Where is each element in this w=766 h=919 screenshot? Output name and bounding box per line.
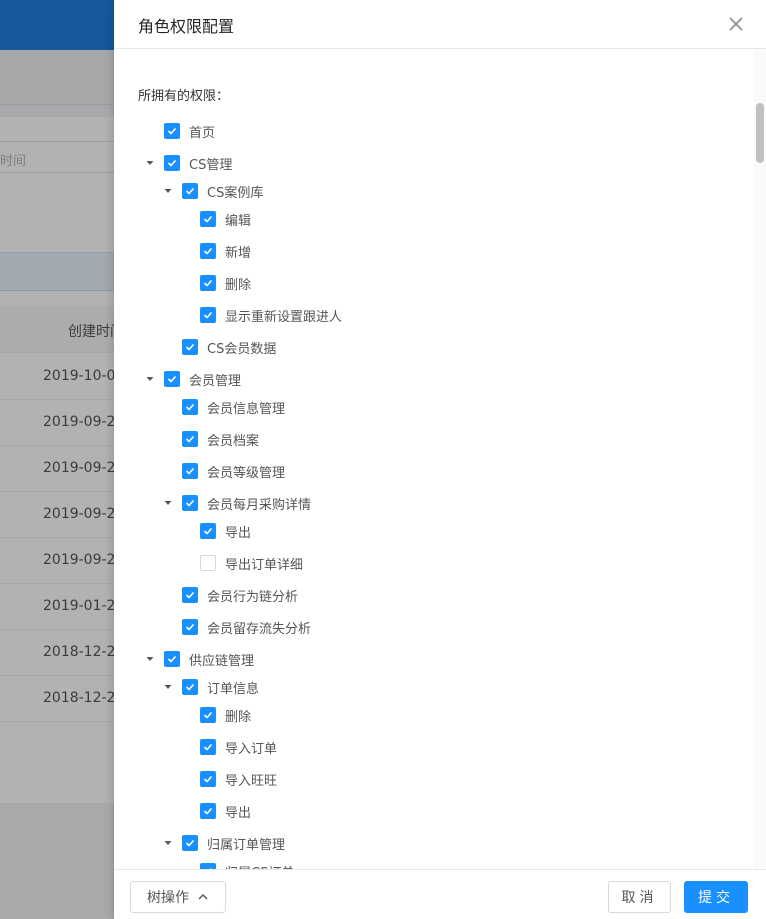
tree-node-label[interactable]: 新增 — [225, 242, 251, 261]
caret-down-icon[interactable] — [162, 497, 174, 509]
tree-node-label[interactable]: 导入旺旺 — [225, 770, 277, 789]
tree-node[interactable]: 供应链管理 — [144, 647, 254, 671]
tree-node-label[interactable]: 删除 — [225, 274, 251, 293]
checkbox-checked[interactable] — [182, 679, 198, 695]
tree-node[interactable]: 归属CS订单 — [200, 859, 294, 869]
checkbox-checked[interactable] — [182, 183, 198, 199]
tree-node[interactable]: 删除 — [200, 703, 251, 727]
checkbox-checked[interactable] — [182, 495, 198, 511]
tree-node[interactable]: 会员行为链分析 — [182, 583, 298, 607]
checkbox-checked[interactable] — [200, 523, 216, 539]
tree-node[interactable]: 会员档案 — [182, 427, 259, 451]
tree-node[interactable]: 归属订单管理 — [162, 831, 285, 855]
checkbox-checked[interactable] — [164, 123, 180, 139]
tree-node-label[interactable]: 会员留存流失分析 — [207, 618, 311, 637]
chevron-up-icon — [197, 891, 209, 903]
drawer-title: 角色权限配置 — [138, 17, 235, 36]
tree-node-label[interactable]: 会员行为链分析 — [207, 586, 298, 605]
checkbox-checked[interactable] — [200, 739, 216, 755]
tree-node-label[interactable]: 会员信息管理 — [207, 398, 285, 417]
tree-node-label[interactable]: 导出 — [225, 802, 251, 821]
role-permission-drawer: 角色权限配置 所拥有的权限： 首页 CS管理 CS案例库 编辑 新增 删除 显示重新设置跟进… — [114, 0, 766, 919]
tree-node[interactable]: 导入旺旺 — [200, 767, 277, 791]
checkbox-checked[interactable] — [182, 835, 198, 851]
checkbox-checked[interactable] — [200, 211, 216, 227]
tree-node-label[interactable]: 导入订单 — [225, 738, 277, 757]
cancel-button[interactable]: 取消 — [608, 881, 671, 913]
tree-node[interactable]: 会员留存流失分析 — [182, 615, 311, 639]
tree-node[interactable]: 导出 — [200, 799, 251, 823]
tree-node-label[interactable]: 导出 — [225, 522, 251, 541]
tree-node[interactable]: 新增 — [200, 239, 251, 263]
tree-operations-label: 树操作 — [147, 890, 189, 906]
checkbox-checked[interactable] — [164, 371, 180, 387]
tree-node-label[interactable]: CS会员数据 — [207, 338, 276, 357]
tree-node-label[interactable]: 显示重新设置跟进人 — [225, 306, 342, 325]
caret-down-icon[interactable] — [144, 373, 156, 385]
checkbox-checked[interactable] — [200, 771, 216, 787]
tree-node[interactable]: CS案例库 — [162, 179, 263, 203]
tree-node[interactable]: 订单信息 — [162, 675, 259, 699]
close-icon[interactable] — [724, 12, 748, 36]
tree-node[interactable]: CS管理 — [144, 151, 232, 175]
caret-down-icon[interactable] — [144, 653, 156, 665]
drawer-header: 角色权限配置 — [114, 0, 766, 49]
checkbox-checked[interactable] — [182, 463, 198, 479]
tree-node-label[interactable]: 导出订单详细 — [225, 554, 303, 573]
tree-node-label[interactable]: 删除 — [225, 706, 251, 725]
caret-down-icon[interactable] — [162, 681, 174, 693]
drawer-scrollbar[interactable] — [754, 49, 766, 869]
tree-node[interactable]: 删除 — [200, 271, 251, 295]
scrollbar-thumb[interactable] — [756, 103, 764, 163]
tree-node-label[interactable]: 供应链管理 — [189, 650, 254, 669]
tree-node-label[interactable]: 会员管理 — [189, 370, 241, 389]
caret-down-icon[interactable] — [162, 185, 174, 197]
drawer-body: 所拥有的权限： 首页 CS管理 CS案例库 编辑 新增 删除 显示重新设置跟进人 CS会员数据… — [114, 49, 754, 869]
checkbox-unchecked[interactable] — [200, 555, 216, 571]
checkbox-checked[interactable] — [200, 307, 216, 323]
checkbox-checked[interactable] — [200, 803, 216, 819]
tree-node-label[interactable]: 会员等级管理 — [207, 462, 285, 481]
tree-operations-button[interactable]: 树操作 — [130, 881, 226, 913]
tree-node-label[interactable]: 会员每月采购详情 — [207, 494, 311, 513]
drawer-footer: 树操作 取消 提交 — [114, 869, 766, 919]
checkbox-checked[interactable] — [200, 243, 216, 259]
tree-node[interactable]: 会员管理 — [144, 367, 241, 391]
tree-node[interactable]: 会员每月采购详情 — [162, 491, 311, 515]
checkbox-checked[interactable] — [182, 399, 198, 415]
tree-node[interactable]: 会员等级管理 — [182, 459, 285, 483]
tree-node[interactable]: 导出订单详细 — [200, 551, 303, 575]
tree-node[interactable]: 编辑 — [200, 207, 251, 231]
checkbox-checked[interactable] — [182, 431, 198, 447]
checkbox-checked[interactable] — [200, 707, 216, 723]
tree-node[interactable]: CS会员数据 — [182, 335, 276, 359]
tree-node-label[interactable]: 归属订单管理 — [207, 834, 285, 853]
caret-down-icon[interactable] — [162, 837, 174, 849]
tree-node-label[interactable]: CS案例库 — [207, 182, 263, 201]
tree-node-label[interactable]: 首页 — [189, 122, 215, 141]
tree-node[interactable]: 导入订单 — [200, 735, 277, 759]
submit-button[interactable]: 提交 — [684, 881, 748, 913]
tree-node[interactable]: 导出 — [200, 519, 251, 543]
checkbox-checked[interactable] — [164, 651, 180, 667]
checkbox-checked[interactable] — [182, 587, 198, 603]
tree-node[interactable]: 首页 — [164, 119, 215, 143]
tree-node[interactable]: 显示重新设置跟进人 — [200, 303, 342, 327]
caret-down-icon[interactable] — [144, 157, 156, 169]
checkbox-checked[interactable] — [164, 155, 180, 171]
tree-node-label[interactable]: 编辑 — [225, 210, 251, 229]
tree-node[interactable]: 会员信息管理 — [182, 395, 285, 419]
tree-node-label[interactable]: 订单信息 — [207, 678, 259, 697]
tree-node-label[interactable]: 会员档案 — [207, 430, 259, 449]
checkbox-checked[interactable] — [200, 275, 216, 291]
checkbox-checked[interactable] — [182, 339, 198, 355]
tree-node-label[interactable]: 归属CS订单 — [225, 862, 294, 870]
permissions-label: 所拥有的权限： — [138, 89, 230, 104]
checkbox-checked[interactable] — [182, 619, 198, 635]
tree-node-label[interactable]: CS管理 — [189, 154, 232, 173]
